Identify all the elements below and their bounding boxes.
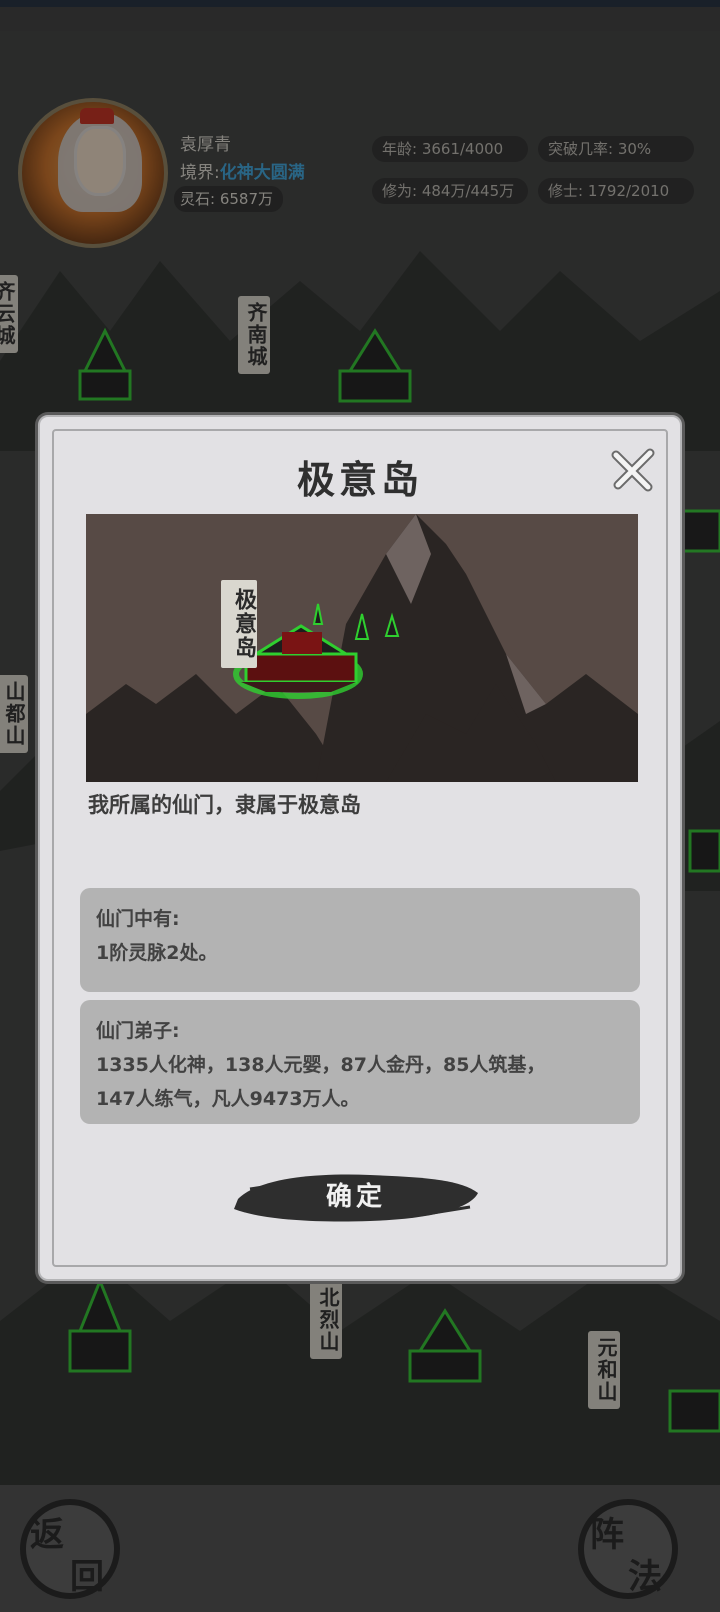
resources-text: 1阶灵脉2处。	[96, 942, 218, 964]
mountain-scene	[86, 514, 638, 782]
location-illustration: 极意岛	[86, 514, 638, 782]
close-icon	[611, 448, 655, 492]
disciples-box: 仙门弟子: 1335人化神，138人元婴，87人金丹，85人筑基， 147人练气…	[80, 1000, 640, 1124]
confirm-button[interactable]: 确定	[230, 1169, 482, 1225]
disciples-line-2: 147人练气，凡人9473万人。	[96, 1088, 360, 1110]
disciples-title: 仙门弟子:	[96, 1020, 180, 1042]
resources-title: 仙门中有:	[96, 908, 180, 930]
sect-description: 我所属的仙门，隶属于极意岛	[88, 793, 361, 817]
scene-place-label: 极意岛	[221, 580, 257, 668]
close-button[interactable]	[610, 447, 656, 493]
sect-info-dialog: 极意岛 极意岛 我所属的仙门，隶属于极意岛 仙门中有: 1阶灵脉2处。 仙门弟子…	[38, 415, 682, 1281]
disciples-line-1: 1335人化神，138人元婴，87人金丹，85人筑基，	[96, 1054, 546, 1076]
confirm-label: 确定	[325, 1182, 386, 1212]
resources-box: 仙门中有: 1阶灵脉2处。	[80, 888, 640, 992]
dialog-title: 极意岛	[296, 457, 423, 502]
